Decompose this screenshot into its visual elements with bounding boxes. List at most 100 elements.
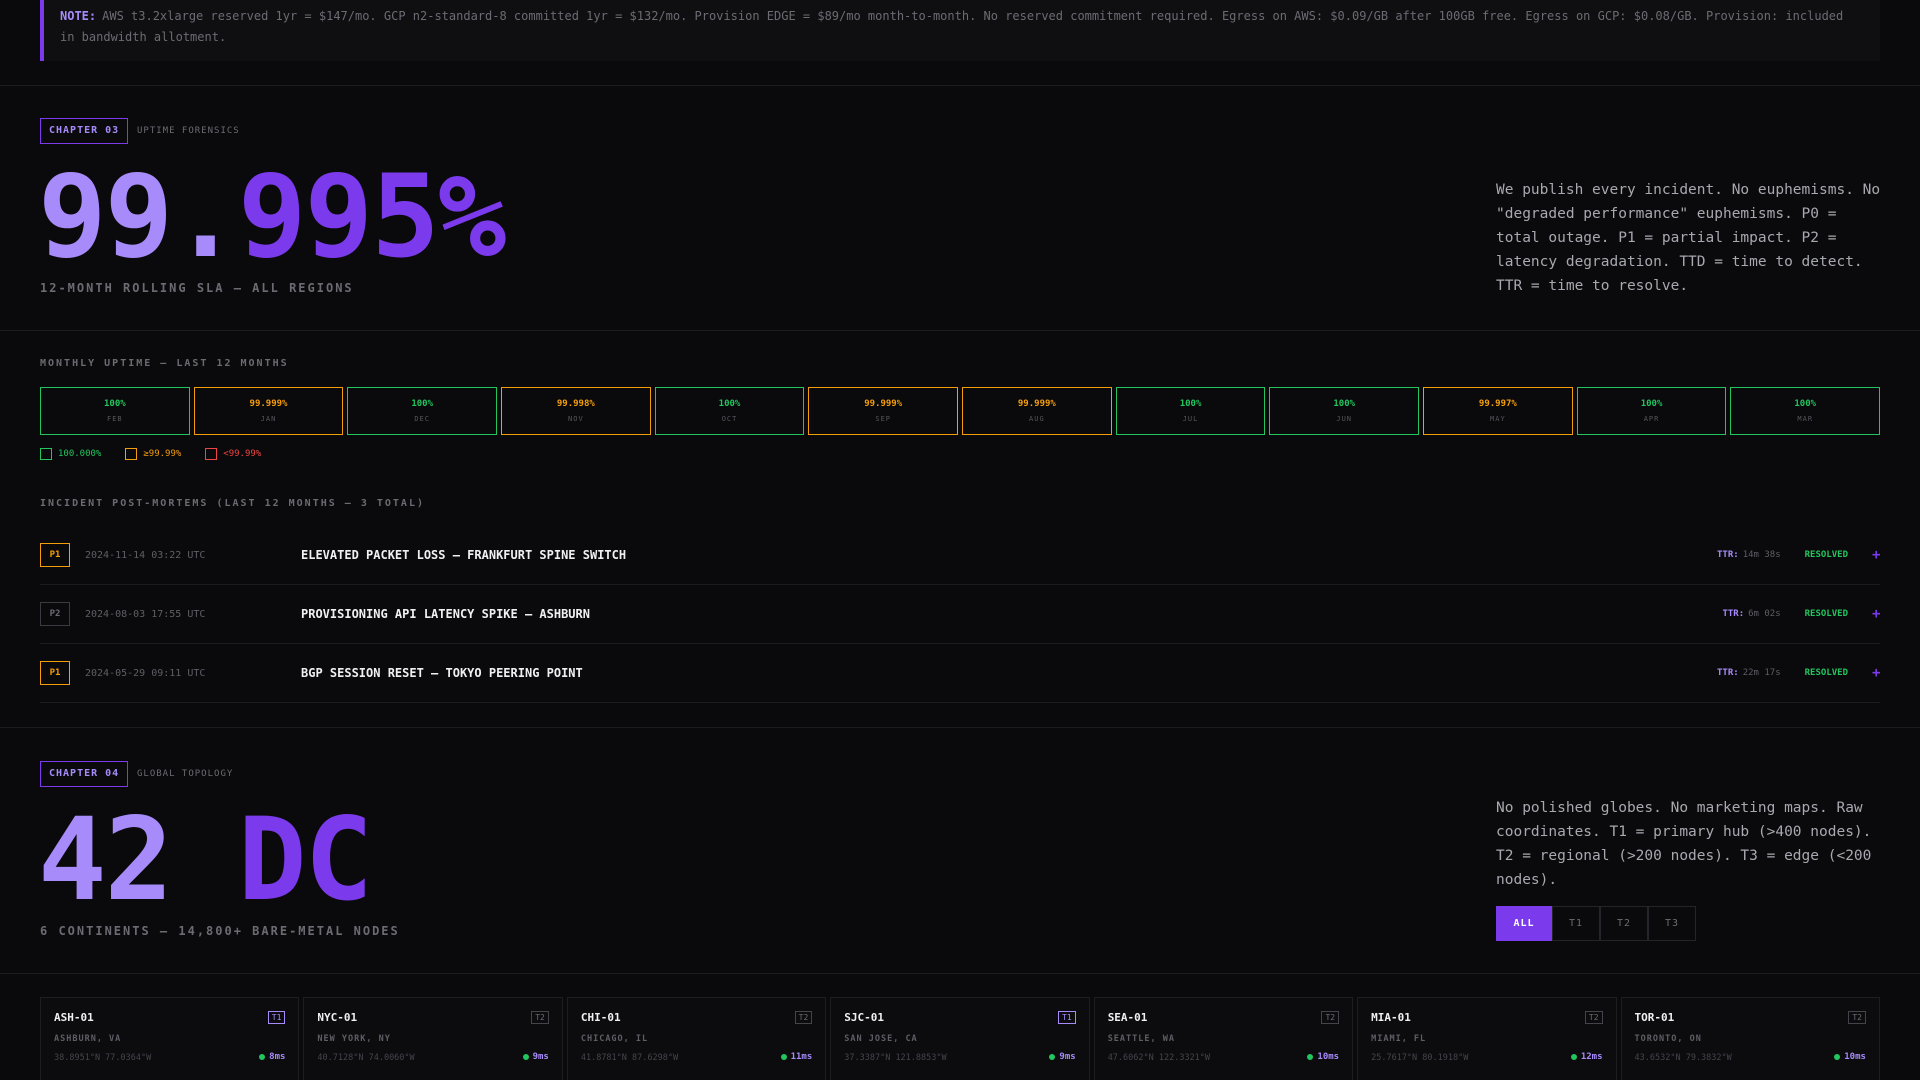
datacenter-headline-part-a: 42: [38, 793, 238, 926]
month-uptime-value: 99.999%: [249, 399, 288, 409]
month-label: AUG: [1029, 415, 1045, 423]
status-dot-icon: [1834, 1054, 1841, 1060]
incidents-label: INCIDENT POST-MORTEMS (LAST 12 MONTHS — …: [40, 498, 425, 509]
datacenter-coordinates: 37.3387°N 121.8853°W: [844, 1053, 947, 1063]
month-cell: 100% DEC: [347, 387, 498, 435]
datacenter-card[interactable]: NYC-01 T2 NEW YORK, NY 40.7128°N 74.0060°W 9…: [303, 997, 563, 1080]
month-cell: 100% JUL: [1115, 387, 1266, 435]
legend-item: <99.99%: [205, 448, 261, 460]
incident-title: BGP SESSION RESET — TOKYO PEERING POINT: [301, 666, 583, 680]
uptime-headline: 99.995%: [38, 160, 506, 274]
tier-badge: T2: [1584, 1011, 1603, 1024]
legend-swatch: [125, 448, 138, 460]
latency-value: 10ms: [1844, 1052, 1866, 1062]
month-label: JAN: [260, 415, 277, 423]
month-uptime-value: 99.997%: [1478, 399, 1517, 409]
datacenter-headline-part-b: DC: [237, 793, 373, 926]
tier-badge: T1: [267, 1011, 286, 1024]
monthly-uptime-grid: 100% FEB 99.999% JAN 100% DEC 99.998% NOV 100% OC…: [40, 387, 1881, 435]
uptime-caption: 12-MONTH ROLLING SLA — ALL REGIONS: [40, 281, 354, 295]
month-label: MAR: [1797, 415, 1814, 423]
datacenter-card[interactable]: ASH-01 T1 ASHBURN, VA 38.8951°N 77.0364°W 8m…: [40, 997, 300, 1080]
month-uptime-value: 100%: [1794, 399, 1817, 409]
datacenter-grid: ASH-01 T1 ASHBURN, VA 38.8951°N 77.0364°W 8m…: [40, 997, 1880, 1080]
expand-icon[interactable]: +: [1872, 547, 1880, 563]
incident-title: ELEVATED PACKET LOSS — FRANKFURT SPINE S…: [301, 548, 627, 562]
uptime-description: We publish every incident. No euphemisms…: [1496, 182, 1881, 294]
filter-t3-button[interactable]: T3: [1648, 906, 1696, 941]
incident-row[interactable]: P1 2024-05-29 09:11 UTC BGP SESSION RESET …: [40, 644, 1880, 703]
datacenter-headline: 42 DC: [38, 803, 373, 917]
ttr-label: TTR:: [1717, 668, 1739, 678]
ttr-value: 22m 17s: [1742, 668, 1781, 678]
month-label: SEP: [875, 415, 892, 423]
datacenter-city: SEATTLE, WA: [1107, 1034, 1175, 1044]
latency-indicator: 9ms: [1049, 1052, 1076, 1062]
ttr-label: TTR:: [1722, 609, 1745, 619]
datacenter-code: ASH-01: [54, 1011, 94, 1024]
month-cell: 100% OCT: [654, 387, 805, 435]
incident-row[interactable]: P1 2024-11-14 03:22 UTC ELEVATED PACKET LO…: [40, 526, 1880, 585]
datacenter-card[interactable]: SJC-01 T1 SAN JOSE, CA 37.3387°N 121.8853°W…: [830, 997, 1090, 1080]
ttr-label: TTR:: [1717, 550, 1739, 560]
month-uptime-value: 100%: [718, 399, 741, 409]
chapter-04-tag: CHAPTER 04: [40, 761, 129, 787]
month-uptime-value: 99.998%: [556, 399, 595, 409]
pricing-note: NOTE: AWS t3.2xlarge reserved 1yr = $147/…: [40, 0, 1880, 61]
chapter-03-subtitle: UPTIME FORENSICS: [137, 126, 240, 136]
status-dot-icon: [522, 1054, 529, 1060]
chapter-03-tag: CHAPTER 03: [40, 118, 129, 144]
latency-value: 11ms: [790, 1052, 813, 1062]
month-cell: 99.998% NOV: [501, 387, 651, 435]
note-text: AWS t3.2xlarge reserved 1yr = $147/mo. G…: [60, 9, 1844, 44]
expand-icon[interactable]: +: [1872, 665, 1880, 681]
incident-meta: TTR: 22m 17s RESOLVED +: [1717, 665, 1880, 681]
month-label: MAY: [1490, 415, 1506, 423]
status-badge: RESOLVED: [1804, 609, 1848, 619]
legend-swatch: [205, 448, 218, 460]
latency-value: 10ms: [1317, 1052, 1340, 1062]
incident-date: 2024-08-03 17:55 UTC: [85, 608, 206, 620]
tier-badge: T2: [794, 1011, 813, 1024]
status-dot-icon: [259, 1054, 266, 1060]
uptime-headline-part-a: 99.: [38, 150, 240, 283]
datacenter-card[interactable]: CHI-01 T2 CHICAGO, IL 41.8781°N 87.6298°W 11…: [566, 997, 827, 1080]
datacenter-card[interactable]: MIA-01 T2 MIAMI, FL 25.7617°N 80.1918°W 12ms: [1357, 997, 1617, 1080]
month-cell: 99.997% MAY: [1423, 387, 1573, 435]
incident-row[interactable]: P2 2024-08-03 17:55 UTC PROVISIONING API L…: [40, 585, 1880, 644]
month-uptime-value: 100%: [1640, 399, 1663, 409]
latency-value: 9ms: [532, 1052, 549, 1062]
latency-value: 8ms: [269, 1052, 286, 1062]
datacenter-code: NYC-01: [317, 1011, 358, 1024]
incident-title: PROVISIONING API LATENCY SPIKE — ASHBURN: [301, 607, 590, 621]
month-cell: 100% MAR: [1730, 387, 1881, 435]
priority-badge: P2: [40, 602, 70, 626]
incident-list: P1 2024-11-14 03:22 UTC ELEVATED PACKET LO…: [40, 526, 1880, 703]
tier-badge: T2: [1848, 1011, 1866, 1024]
datacenter-coordinates: 38.8951°N 77.0364°W: [54, 1053, 152, 1063]
datacenter-caption: 6 CONTINENTS — 14,800+ BARE-METAL NODES: [40, 924, 400, 938]
status-badge: RESOLVED: [1804, 668, 1848, 678]
month-uptime-value: 99.999%: [864, 399, 903, 409]
latency-indicator: 10ms: [1834, 1052, 1866, 1062]
latency-indicator: 10ms: [1307, 1052, 1339, 1062]
uptime-headline-part-b: 995%: [237, 150, 507, 283]
latency-value: 9ms: [1059, 1052, 1076, 1062]
month-uptime-value: 100%: [1333, 399, 1356, 409]
datacenter-code: MIA-01: [1371, 1011, 1411, 1024]
month-cell: 100% APR: [1576, 387, 1727, 435]
datacenter-coordinates: 25.7617°N 80.1918°W: [1371, 1053, 1469, 1063]
datacenter-card[interactable]: SEA-01 T2 SEATTLE, WA 47.6062°N 122.3321°W 1…: [1093, 997, 1354, 1080]
latency-indicator: 9ms: [522, 1052, 549, 1062]
datacenter-card[interactable]: TOR-01 T2 TORONTO, ON 43.6532°N 79.3832°W 10…: [1620, 997, 1880, 1080]
datacenter-code: SEA-01: [1107, 1011, 1148, 1024]
filter-t2-button[interactable]: T2: [1600, 906, 1648, 941]
status-dot-icon: [1307, 1054, 1314, 1060]
datacenter-city: NEW YORK, NY: [317, 1034, 391, 1044]
expand-icon[interactable]: +: [1872, 606, 1880, 622]
filter-all-button[interactable]: ALL: [1496, 906, 1552, 941]
incident-meta: TTR: 6m 02s RESOLVED +: [1722, 606, 1880, 622]
datacenter-city: SAN JOSE, CA: [844, 1034, 918, 1044]
filter-t1-button[interactable]: T1: [1552, 906, 1600, 941]
month-label: FEB: [107, 415, 123, 423]
